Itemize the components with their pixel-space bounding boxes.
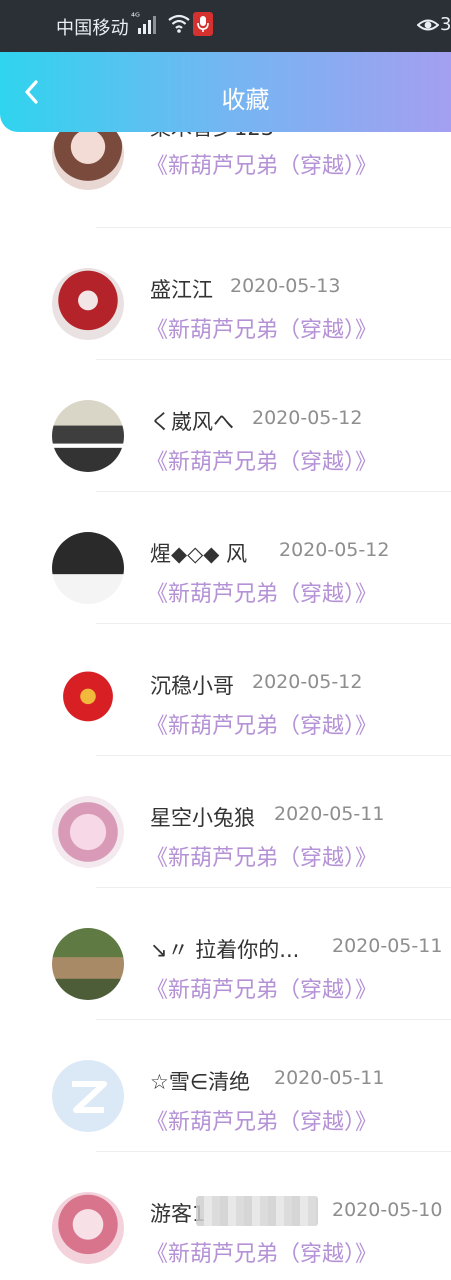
blond-boy-avatar [52, 400, 124, 472]
list-item[interactable]: ☆雪∈清绝 2020-05-11 《新葫芦兄弟（穿越）》 [0, 1024, 451, 1156]
favorite-date: 2020-05-13 [288, 132, 398, 135]
list-item[interactable]: 盛江江 2020-05-13 《新葫芦兄弟（穿越）》 [0, 232, 451, 364]
user-name: 星空小兔狼 [150, 806, 255, 830]
favorite-date: 2020-05-12 [252, 407, 363, 429]
favorites-list: 梨木香步123 2020-05-13 《新葫芦兄弟（穿越）》 盛江江 2020-… [0, 132, 451, 1280]
book-title: 《新葫芦兄弟（穿越）》 [146, 1242, 378, 1267]
book-title: 《新葫芦兄弟（穿越）》 [146, 582, 378, 607]
book-title: 《新葫芦兄弟（穿越）》 [146, 450, 378, 475]
dark-photo-avatar [52, 532, 124, 604]
divider [96, 1019, 451, 1020]
user-name: ↘〃 拉着你的... [150, 938, 300, 962]
microphone-icon [193, 12, 213, 36]
carrier-label: 中国移动 [56, 18, 129, 39]
app-header: 收藏 [0, 52, 451, 132]
book-title: 《新葫芦兄弟（穿越）》 [146, 1110, 378, 1135]
list-item[interactable]: 梨木香步123 2020-05-13 《新葫芦兄弟（穿越）》 [0, 132, 451, 232]
book-title: 《新葫芦兄弟（穿越）》 [146, 154, 378, 179]
divider [96, 623, 451, 624]
user-name: 盛江江 [150, 278, 213, 302]
list-item[interactable]: ↘〃 拉着你的... 2020-05-11 《新葫芦兄弟（穿越）》 [0, 892, 451, 1024]
page-title: 收藏 [221, 86, 270, 114]
chinese-knot-avatar [52, 664, 124, 736]
book-title: 《新葫芦兄弟（穿越）》 [146, 846, 378, 871]
pink-girl-avatar [52, 1192, 124, 1264]
anime-girl-avatar [52, 132, 124, 190]
favorite-date: 2020-05-10 [332, 1199, 443, 1221]
divider [96, 227, 451, 228]
divider [96, 359, 451, 360]
status-bar: 中国移动 ⁴ᴳ 3 [0, 0, 451, 52]
list-item[interactable]: 星空小兔狼 2020-05-11 《新葫芦兄弟（穿越）》 [0, 760, 451, 892]
user-name: 煋◆◇◆ 风 [150, 542, 248, 566]
eye-count: 3 [440, 14, 451, 35]
list-item[interactable]: く崴风へ 2020-05-12 《新葫芦兄弟（穿越）》 [0, 364, 451, 496]
favorite-date: 2020-05-11 [274, 803, 385, 825]
user-name: ☆雪∈清绝 [150, 1070, 251, 1094]
signal-icon [136, 13, 162, 39]
red-hair-avatar [52, 268, 124, 340]
divider [96, 887, 451, 888]
book-title: 《新葫芦兄弟（穿越）》 [146, 318, 378, 343]
divider [96, 491, 451, 492]
forest-photo-avatar [52, 928, 124, 1000]
favorite-date: 2020-05-13 [230, 275, 341, 297]
favorite-date: 2020-05-11 [274, 1067, 385, 1089]
favorite-date: 2020-05-12 [252, 671, 363, 693]
book-title: 《新葫芦兄弟（穿越）》 [146, 978, 378, 1003]
user-name: 沉稳小哥 [150, 674, 234, 698]
eye-icon [416, 16, 440, 38]
favorite-date: 2020-05-11 [332, 935, 443, 957]
divider [96, 1151, 451, 1152]
pink-anime-avatar [52, 796, 124, 868]
redacted-text [196, 1196, 318, 1226]
list-item[interactable]: 煋◆◇◆ 风 2020-05-12 《新葫芦兄弟（穿越）》 [0, 496, 451, 628]
book-title: 《新葫芦兄弟（穿越）》 [146, 714, 378, 739]
list-item[interactable]: 沉稳小哥 2020-05-12 《新葫芦兄弟（穿越）》 [0, 628, 451, 760]
default-z-avatar [52, 1060, 124, 1132]
user-name: 梨木香步123 [150, 132, 274, 142]
list-item[interactable]: 游客1 2020-05-10 《新葫芦兄弟（穿越）》 [0, 1156, 451, 1280]
wifi-icon [168, 14, 190, 38]
user-name: く崴风へ [150, 410, 234, 434]
divider [96, 755, 451, 756]
favorite-date: 2020-05-12 [279, 539, 390, 561]
